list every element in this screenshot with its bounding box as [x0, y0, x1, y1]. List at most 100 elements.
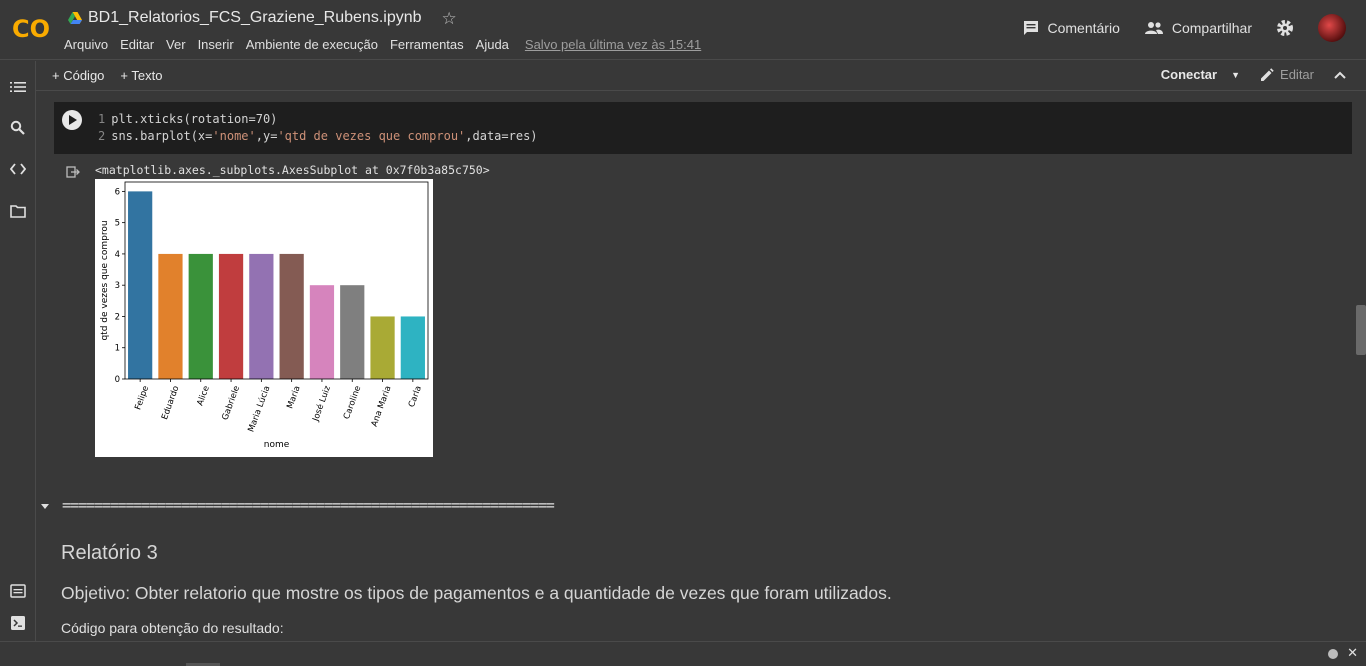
google-drive-icon[interactable]: [68, 12, 82, 24]
y-axis-label: qtd de vezes que comprou: [100, 220, 110, 340]
section-collapse-caret-icon[interactable]: [40, 502, 50, 510]
folder-icon[interactable]: [10, 203, 26, 219]
y-tick-label: 6: [115, 187, 120, 197]
x-axis-label: nome: [264, 440, 290, 450]
code-text: ,y=: [255, 129, 278, 143]
title-row: BD1_Relatorios_FCS_Graziene_Rubens.ipynb…: [68, 9, 457, 27]
people-icon: [1144, 22, 1163, 34]
command-palette-icon[interactable]: [10, 583, 26, 599]
code-text: ,data=res): [465, 129, 538, 143]
x-tick-label: Eduardo: [160, 385, 181, 422]
bar-4: [249, 253, 274, 379]
status-dot-icon: [1328, 649, 1338, 659]
settings-gear-icon[interactable]: [1276, 19, 1294, 37]
x-tick-label: Caroline: [342, 385, 363, 421]
status-bar: ✕: [0, 641, 1366, 666]
bar-6: [309, 285, 335, 379]
table-of-contents-icon[interactable]: [10, 79, 26, 95]
connect-label: Conectar: [1160, 67, 1218, 82]
collapse-header-chevron-up-icon[interactable]: [1334, 71, 1346, 79]
user-avatar[interactable]: [1318, 14, 1346, 42]
logo-text: CO: [12, 15, 50, 42]
notebook-content: 1 plt.xticks(rotation=70) 2 sns.barplot(x=…: [36, 92, 1354, 640]
objective-text: Objetivo: Obter relatorio que mostre os …: [61, 583, 892, 603]
comment-label: Comentário: [1047, 20, 1120, 36]
scrollbar-thumb[interactable]: [1356, 305, 1366, 355]
notebook-toolbar: + Código + Texto Conectar ▼ Editar: [36, 61, 1366, 91]
star-icon[interactable]: ☆: [442, 10, 457, 27]
bar-5: [279, 253, 304, 379]
y-tick-label: 5: [115, 219, 120, 229]
separator-line: ========================================…: [62, 496, 555, 514]
connect-button[interactable]: Conectar ▼: [1161, 67, 1240, 82]
edit-label: Editar: [1280, 67, 1314, 82]
bar-chart-output: 0 1 2 3 4 5 6 Felipe Eduardo Alice Gabriele Maria …: [95, 179, 433, 457]
menu-ajuda[interactable]: Ajuda: [476, 37, 509, 52]
x-tick-label: Ana Maria: [370, 385, 394, 429]
code-cell[interactable]: 1 plt.xticks(rotation=70) 2 sns.barplot(x=…: [54, 102, 1352, 154]
x-tick-label: Carla: [407, 385, 424, 409]
run-cell-button[interactable]: [62, 110, 82, 130]
colab-logo[interactable]: CO: [12, 14, 52, 42]
output-repr-text: <matplotlib.axes._subplots.AxesSubplot a…: [95, 163, 490, 177]
menu-ambiente[interactable]: Ambiente de execução: [246, 37, 378, 52]
bar-0: [128, 191, 153, 379]
bar-7: [340, 285, 365, 379]
x-tick-label: Maria: [285, 385, 302, 411]
share-button[interactable]: Compartilhar: [1144, 20, 1252, 36]
bar-8: [370, 316, 395, 379]
chevron-down-icon[interactable]: ▼: [1231, 70, 1240, 80]
menu-editar[interactable]: Editar: [120, 37, 154, 52]
search-icon[interactable]: [10, 120, 26, 136]
y-tick-label: 2: [115, 312, 120, 322]
x-tick-label: Gabriele: [220, 385, 242, 422]
bar-3: [218, 253, 244, 379]
notebook-title[interactable]: BD1_Relatorios_FCS_Graziene_Rubens.ipynb: [88, 9, 422, 27]
y-tick-label: 3: [115, 281, 120, 291]
header-actions: Comentário Compartilhar: [1023, 14, 1346, 42]
output-actions-icon[interactable]: [66, 165, 80, 179]
bar-2: [188, 253, 213, 379]
menu-ferramentas[interactable]: Ferramentas: [390, 37, 464, 52]
line-number: 2: [98, 129, 106, 143]
add-code-button[interactable]: + Código: [52, 68, 104, 83]
colab-header: CO BD1_Relatorios_FCS_Graziene_Rubens.ip…: [0, 0, 1366, 60]
bar-1: [158, 253, 183, 379]
menu-bar: Arquivo Editar Ver Inserir Ambiente de e…: [64, 37, 701, 52]
edit-button[interactable]: Editar: [1260, 67, 1314, 82]
bars-group: [128, 191, 425, 379]
menu-arquivo[interactable]: Arquivo: [64, 37, 108, 52]
x-ticks-group: Felipe Eduardo Alice Gabriele Maria Lúcia Mar…: [133, 379, 424, 434]
menu-inserir[interactable]: Inserir: [198, 37, 234, 52]
y-tick-label: 4: [115, 250, 120, 260]
x-tick-label: José Luiz: [310, 384, 333, 424]
x-tick-label: Maria Lúcia: [246, 385, 272, 434]
x-tick-label: Felipe: [133, 385, 151, 412]
y-tick-label: 1: [115, 344, 120, 354]
code-snippets-icon[interactable]: [10, 161, 26, 177]
pencil-icon: [1261, 67, 1274, 81]
add-text-button[interactable]: + Texto: [120, 68, 162, 83]
bar-chart: 0 1 2 3 4 5 6 Felipe Eduardo Alice Gabriele Maria …: [100, 181, 429, 450]
report-title: Relatório 3: [61, 542, 158, 564]
left-sidebar: [0, 61, 36, 666]
y-ticks-group: 0 1 2 3 4 5 6: [115, 187, 125, 385]
menu-ver[interactable]: Ver: [166, 37, 186, 52]
x-tick-label: Alice: [195, 385, 211, 408]
code-string: 'qtd de vezes que comprou': [277, 129, 466, 143]
comment-button[interactable]: Comentário: [1023, 20, 1120, 36]
code-text: sns.barplot(x=: [111, 129, 213, 143]
terminal-icon[interactable]: [10, 615, 26, 631]
share-label: Compartilhar: [1171, 20, 1252, 36]
code-label-text: Código para obtenção do resultado:: [61, 620, 284, 636]
saved-status-link[interactable]: Salvo pela última vez às 15:41: [525, 37, 701, 52]
comment-icon: [1024, 21, 1039, 35]
code-line-2[interactable]: 2 sns.barplot(x='nome',y='qtd de vezes qu…: [98, 129, 538, 143]
y-tick-label: 0: [115, 375, 120, 385]
line-number: 1: [98, 112, 106, 126]
code-text: plt.xticks(rotation=70): [111, 112, 278, 126]
code-string: 'nome': [212, 129, 256, 143]
code-line-1[interactable]: 1 plt.xticks(rotation=70): [98, 112, 277, 126]
close-icon[interactable]: ✕: [1347, 645, 1358, 661]
bar-9: [400, 316, 425, 379]
